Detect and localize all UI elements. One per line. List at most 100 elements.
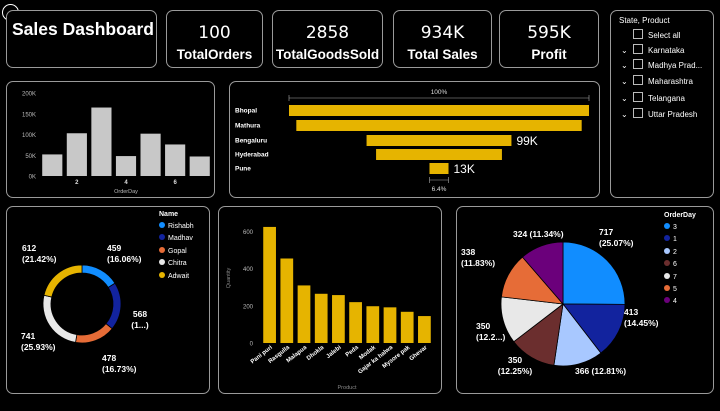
- bar: [314, 293, 328, 343]
- orderday-sales-chart: 0K 50K 100K 150K 200K 2 4 6 OrderDay: [6, 81, 215, 198]
- slicer-item-karnataka[interactable]: ⌄ Karnataka: [621, 44, 684, 56]
- funnel-top-percent: 100%: [431, 89, 448, 96]
- kpi-value: 934K: [420, 23, 465, 43]
- slice: [81, 264, 116, 289]
- funnel-bar: [376, 149, 502, 160]
- legend-item[interactable]: 4: [664, 297, 677, 305]
- data-label: (12.2...): [476, 332, 505, 342]
- y-tick-label: 200: [243, 304, 254, 310]
- data-label: 478: [102, 353, 116, 363]
- product-quantity-svg: 0200400600QuantityPani puriRasgullaMalap…: [226, 226, 431, 391]
- funnel-bar: [429, 163, 449, 174]
- kpi-profit: 595K Profit: [499, 10, 599, 68]
- legend-swatch: [159, 246, 165, 253]
- legend-item[interactable]: 5: [664, 285, 677, 293]
- legend-title: Name: [159, 211, 179, 218]
- checkbox[interactable]: [633, 29, 643, 39]
- city-funnel-svg: 100% Bhopal Mathura Bengaluru 99K Hyderabad Pu…: [235, 89, 590, 193]
- kpi-value: 2858: [305, 23, 350, 43]
- name-donut-chart: 459 (16.06%) 568 (1...) 478 (16.73%) 741 (25.93…: [6, 206, 210, 394]
- checkbox[interactable]: [633, 59, 643, 69]
- legend-item[interactable]: Adwait: [159, 271, 190, 280]
- slicer-item-label: Uttar Pradesh: [648, 110, 698, 119]
- legend-label: 4: [673, 298, 677, 306]
- checkbox[interactable]: [633, 108, 643, 118]
- data-label: (25.93%): [21, 342, 56, 352]
- legend-item[interactable]: Gopal: [159, 246, 187, 255]
- slicer-item-label: Maharashtra: [648, 77, 693, 86]
- data-label: (1...): [131, 320, 149, 330]
- legend-label: Madhav: [168, 235, 193, 243]
- y-tick-label: 0K: [29, 175, 36, 181]
- kpi-label: Total Sales: [407, 47, 478, 62]
- data-label: 13K: [454, 162, 475, 176]
- title-card: Sales Dashboard: [6, 10, 157, 68]
- data-label: (25.07%): [599, 238, 634, 248]
- chevron-down-icon[interactable]: ⌄: [621, 45, 631, 57]
- legend-swatch: [159, 271, 165, 278]
- slicer-item-telangana[interactable]: ⌄ Telangana: [621, 92, 685, 104]
- legend-item[interactable]: 6: [664, 260, 677, 268]
- data-label: (21.42%): [22, 254, 57, 264]
- data-label: (11.83%): [461, 258, 495, 268]
- x-tick-label: 2: [75, 180, 79, 186]
- category-label: Bengaluru: [235, 138, 267, 145]
- category-label: Bhopal: [235, 108, 257, 115]
- x-axis-label: Product: [338, 385, 357, 391]
- legend-item[interactable]: Rishabh: [159, 222, 194, 230]
- checkbox[interactable]: [633, 92, 643, 102]
- orderday-pie-chart: 717 (25.07%) 413 (14.45%) 366 (12.81%) 350 (12…: [456, 206, 714, 394]
- kpi-total-goods-sold: 2858 TotalGoodsSold: [272, 10, 383, 68]
- orderday-sales-svg: 0K 50K 100K 150K 200K 2 4 6 OrderDay: [22, 92, 210, 195]
- bar: [418, 316, 431, 343]
- slicer-item-uttar-pradesh[interactable]: ⌄ Uttar Pradesh: [621, 108, 697, 120]
- chevron-down-icon[interactable]: ⌄: [621, 109, 631, 121]
- legend-label: Adwait: [168, 272, 190, 280]
- bar: [366, 306, 380, 343]
- bar: [383, 307, 397, 343]
- slicer-item-madhya-pradesh[interactable]: ⌄ Madhya Prad...: [621, 59, 702, 71]
- slice: [105, 282, 122, 330]
- kpi-label: Profit: [531, 47, 567, 62]
- legend-label: 3: [673, 224, 677, 231]
- chevron-down-icon[interactable]: ⌄: [621, 93, 631, 105]
- legend-item[interactable]: 2: [664, 247, 677, 256]
- legend-item[interactable]: 7: [664, 272, 677, 281]
- chevron-down-icon[interactable]: ⌄: [621, 60, 631, 72]
- kpi-value: 595K: [527, 23, 571, 43]
- slice: [562, 241, 626, 305]
- checkbox[interactable]: [633, 44, 643, 54]
- kpi-total-sales: 934K Total Sales: [393, 10, 492, 68]
- legend-swatch: [159, 259, 165, 266]
- bar: [165, 144, 186, 176]
- slicer-item-label: Madhya Prad...: [648, 61, 703, 70]
- data-label: 717: [599, 227, 613, 237]
- legend-label: 7: [673, 273, 677, 281]
- bar: [349, 302, 362, 343]
- checkbox[interactable]: [633, 75, 643, 85]
- y-tick-label: 0: [250, 342, 254, 348]
- legend-swatch: [664, 285, 670, 291]
- slicer-item-select-all[interactable]: Select all: [621, 29, 680, 41]
- legend-swatch: [664, 272, 670, 279]
- data-label: 366 (12.81%): [575, 366, 626, 376]
- legend-item[interactable]: Chitra: [159, 259, 187, 267]
- x-tick-label: Dhokla: [306, 344, 326, 361]
- x-tick-label: 4: [124, 180, 128, 186]
- data-label: 350: [476, 321, 490, 331]
- y-tick-label: 100K: [22, 133, 36, 139]
- legend-item[interactable]: 3: [664, 223, 677, 231]
- slicer-item-maharashtra[interactable]: ⌄ Maharashtra: [621, 75, 693, 87]
- x-tick-label: Jalebi: [326, 345, 343, 360]
- legend-label: Rishabh: [168, 223, 194, 230]
- slicer-title: State, Product: [619, 16, 670, 25]
- legend-item[interactable]: 1: [664, 235, 677, 243]
- data-label: 324 (11.34%): [513, 229, 564, 239]
- legend-swatch: [664, 223, 670, 229]
- category-label: Pune: [235, 166, 251, 173]
- kpi-value: 100: [198, 23, 231, 43]
- chevron-down-icon[interactable]: ⌄: [621, 76, 631, 88]
- bar: [297, 285, 311, 343]
- legend-item[interactable]: Madhav: [159, 234, 193, 242]
- data-label: 413: [624, 307, 638, 317]
